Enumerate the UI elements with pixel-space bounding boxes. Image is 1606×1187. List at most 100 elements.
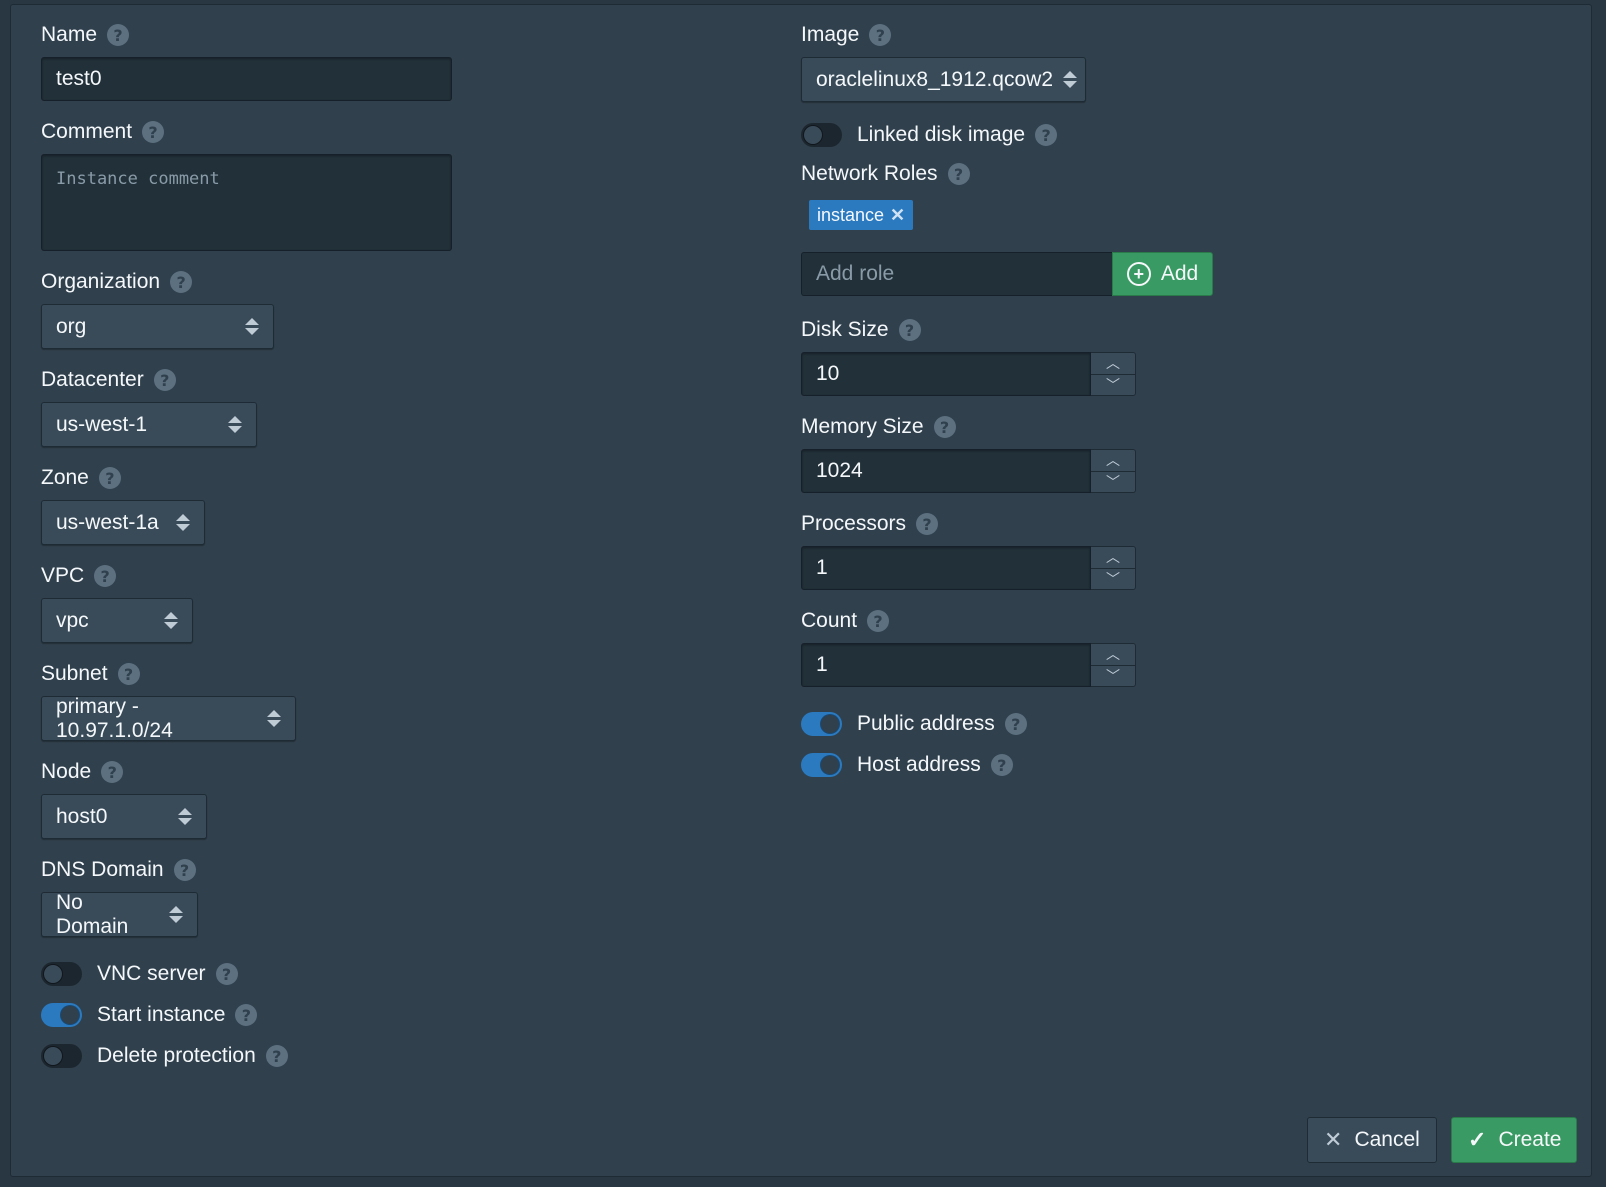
add-role-input[interactable]: Add role (801, 252, 1112, 296)
start-instance-toggle[interactable] (41, 1003, 82, 1027)
memory-size-input[interactable]: 1024 (801, 449, 1091, 493)
add-role-button-label: Add (1160, 262, 1199, 285)
datacenter-select[interactable]: us-west-1 (41, 402, 257, 447)
vpc-field: VPC ? vpc (41, 562, 761, 643)
question-icon[interactable]: ? (1035, 124, 1058, 146)
question-icon[interactable]: ? (101, 761, 124, 783)
question-icon[interactable]: ? (990, 754, 1013, 776)
role-tag-label: instance (817, 204, 885, 225)
zone-label: Zone (41, 466, 89, 489)
question-icon[interactable]: ? (215, 963, 238, 985)
name-value: test0 (56, 67, 102, 90)
vnc-server-toggle[interactable] (41, 962, 82, 986)
question-icon[interactable]: ? (117, 663, 140, 685)
organization-value: org (56, 314, 87, 338)
caret-updown-icon (178, 808, 192, 825)
comment-textarea[interactable]: Instance comment (41, 154, 452, 251)
chevron-up-icon[interactable]: ︿ (1091, 644, 1135, 665)
count-input[interactable]: 1 (801, 643, 1091, 687)
public-address-toggle[interactable] (801, 712, 842, 736)
close-icon: ✕ (1324, 1127, 1343, 1152)
delete-protection-toggle[interactable] (41, 1044, 82, 1068)
disk-size-label: Disk Size (801, 318, 889, 341)
linked-disk-image-toggle[interactable] (801, 123, 842, 147)
count-stepper: 1 ︿ ﹀ (801, 643, 1541, 687)
vpc-label: VPC (41, 564, 85, 587)
question-icon[interactable]: ? (173, 859, 196, 881)
subnet-field: Subnet ? primary - 10.97.1.0/24 (41, 660, 761, 742)
count-value: 1 (816, 653, 828, 676)
name-input[interactable]: test0 (41, 57, 452, 101)
public-address-row: Public address ? (801, 709, 1541, 739)
host-address-toggle[interactable] (801, 753, 842, 777)
comment-placeholder: Instance comment (56, 169, 220, 189)
dns-domain-field: DNS Domain ? No Domain (41, 856, 761, 938)
image-value: oraclelinux8_1912.qcow2 (816, 67, 1053, 91)
memory-size-value: 1024 (816, 459, 863, 482)
linked-disk-image-label: Linked disk image (857, 123, 1026, 146)
question-icon[interactable]: ? (153, 369, 176, 391)
node-field: Node ? host0 (41, 758, 761, 839)
memory-size-field: Memory Size ? 1024 ︿ ﹀ (801, 413, 1541, 493)
question-icon[interactable]: ? (947, 163, 970, 185)
add-role-group: Add role + Add (801, 252, 1541, 296)
question-icon[interactable]: ? (867, 610, 890, 632)
node-value: host0 (56, 804, 108, 828)
processors-input[interactable]: 1 (801, 546, 1091, 590)
question-icon[interactable]: ? (265, 1045, 288, 1067)
network-roles-field: Network Roles ? instance ✕ Add role + Ad… (801, 160, 1541, 296)
comment-field: Comment ? Instance comment (41, 118, 761, 251)
memory-size-label: Memory Size (801, 415, 924, 438)
chevron-up-icon[interactable]: ︿ (1091, 450, 1135, 471)
dns-domain-select[interactable]: No Domain (41, 891, 198, 938)
question-icon[interactable]: ? (107, 24, 130, 46)
left-column: Name ? test0 Comment ? Instance comment … (41, 21, 761, 1082)
chevron-down-icon[interactable]: ﹀ (1091, 373, 1135, 396)
create-button[interactable]: ✓ Create (1451, 1117, 1577, 1163)
disk-size-field: Disk Size ? 10 ︿ ﹀ (801, 316, 1541, 396)
name-label: Name (41, 23, 98, 46)
comment-label: Comment (41, 120, 133, 143)
question-icon[interactable]: ? (869, 24, 892, 46)
zone-select[interactable]: us-west-1a (41, 500, 205, 545)
count-field: Count ? 1 ︿ ﹀ (801, 607, 1541, 687)
chevron-up-icon[interactable]: ︿ (1091, 353, 1135, 374)
question-icon[interactable]: ? (98, 467, 121, 489)
chevron-down-icon[interactable]: ﹀ (1091, 567, 1135, 590)
subnet-select[interactable]: primary - 10.97.1.0/24 (41, 695, 296, 742)
zone-field: Zone ? us-west-1a (41, 464, 761, 545)
caret-updown-icon (169, 906, 183, 923)
question-icon[interactable]: ? (170, 271, 193, 293)
caret-updown-icon (228, 416, 242, 433)
caret-updown-icon (164, 612, 178, 629)
question-icon[interactable]: ? (235, 1004, 258, 1026)
image-select[interactable]: oraclelinux8_1912.qcow2 (801, 57, 1086, 102)
check-icon: ✓ (1468, 1127, 1487, 1152)
image-field: Image ? oraclelinux8_1912.qcow2 (801, 21, 1541, 102)
question-icon[interactable]: ? (898, 319, 921, 341)
plus-circle-icon: + (1126, 262, 1151, 286)
chevron-down-icon[interactable]: ﹀ (1091, 664, 1135, 687)
organization-select[interactable]: org (41, 304, 274, 349)
add-role-button[interactable]: + Add (1112, 252, 1213, 296)
vpc-select[interactable]: vpc (41, 598, 193, 643)
question-icon[interactable]: ? (933, 416, 956, 438)
linked-disk-image-row: Linked disk image ? (801, 120, 1541, 150)
host-address-row: Host address ? (801, 750, 1541, 780)
cancel-button[interactable]: ✕ Cancel (1307, 1117, 1437, 1163)
question-icon[interactable]: ? (142, 121, 165, 143)
chevron-up-icon[interactable]: ︿ (1091, 547, 1135, 568)
node-select[interactable]: host0 (41, 794, 207, 839)
caret-updown-icon (1063, 71, 1077, 88)
question-icon[interactable]: ? (1004, 713, 1027, 735)
create-instance-dialog: Name ? test0 Comment ? Instance comment … (10, 4, 1592, 1177)
cancel-button-label: Cancel (1354, 1128, 1420, 1151)
create-button-label: Create (1498, 1128, 1562, 1151)
question-icon[interactable]: ? (94, 565, 117, 587)
disk-size-input[interactable]: 10 (801, 352, 1091, 396)
start-instance-row: Start instance ? (41, 1000, 761, 1030)
close-icon[interactable]: ✕ (890, 205, 905, 226)
chevron-down-icon[interactable]: ﹀ (1091, 470, 1135, 493)
question-icon[interactable]: ? (916, 513, 939, 535)
caret-updown-icon (176, 514, 190, 531)
